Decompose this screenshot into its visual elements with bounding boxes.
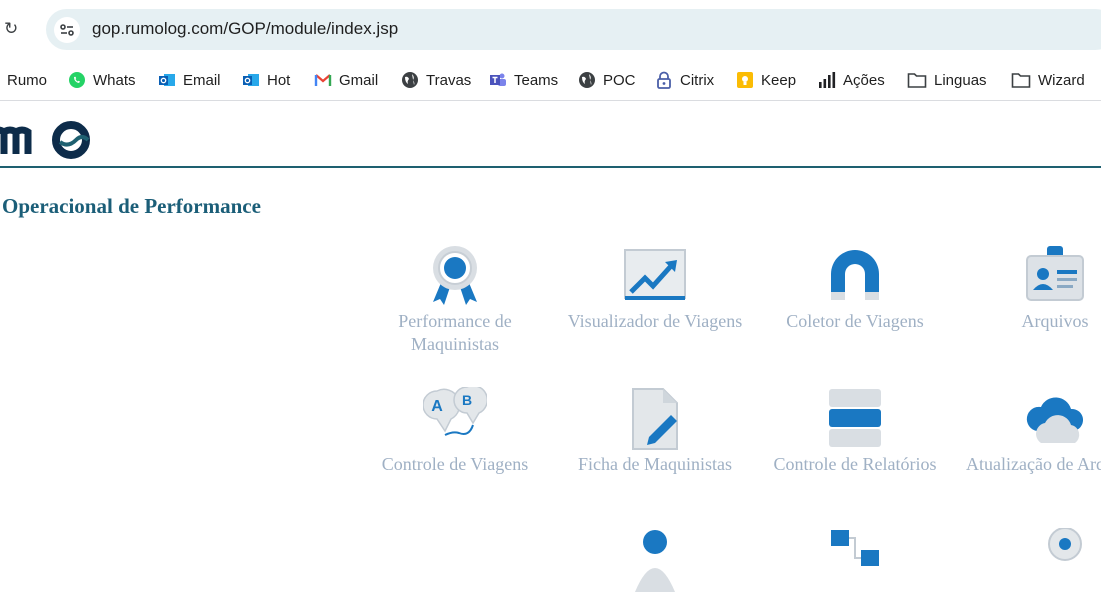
tile-controle-relatorios[interactable]: Controle de Relatórios: [755, 387, 955, 476]
outlook-icon: [159, 74, 175, 86]
bookmark-label: POC: [603, 71, 636, 89]
reload-icon[interactable]: ↻: [4, 18, 22, 40]
tile-label: Controle de Viagens: [381, 454, 529, 474]
bookmark-label: Rumo: [7, 71, 48, 89]
tile-label: Arquivos: [1021, 311, 1089, 331]
tile-label: Atualização de Arquivos: [966, 454, 1101, 474]
whatsapp-icon: [69, 72, 85, 88]
bookmark-label: Travas: [426, 71, 472, 89]
bookmark-teams[interactable]: Teams: [489, 66, 558, 94]
bookmark-keep[interactable]: Keep: [736, 66, 796, 94]
header-divider: [0, 166, 1101, 168]
folder-icon: [1011, 73, 1031, 88]
tile-visualizador-viagens[interactable]: Visualizador de Viagens: [555, 244, 755, 333]
outlook-icon: [243, 74, 259, 86]
bookmark-gmail[interactable]: Gmail: [314, 66, 378, 94]
folder-icon: [907, 73, 927, 88]
url-text[interactable]: gop.rumolog.com/GOP/module/index.jsp: [92, 19, 398, 39]
magnet-icon: [831, 250, 879, 300]
tile-label: Visualizador de Viagens: [567, 311, 743, 331]
bookmark-citrix[interactable]: Citrix: [655, 66, 714, 94]
bookmark-label: Gmail: [339, 71, 379, 89]
bookmark-label: Hot: [267, 71, 291, 89]
bookmark-linguas[interactable]: Linguas: [907, 66, 987, 94]
bookmark-travas[interactable]: Travas: [401, 66, 471, 94]
tile-label: Performance de Maquinistas: [398, 311, 512, 354]
trend-chart-icon: [624, 249, 686, 300]
tile-coletor-viagens[interactable]: Coletor de Viagens: [755, 244, 955, 333]
bookmark-label: Whats: [93, 71, 136, 89]
site-info-icon[interactable]: [54, 17, 80, 43]
company-logo: [0, 121, 90, 159]
bookmark-poc[interactable]: POC: [578, 66, 636, 94]
tile-label: Ficha de Maquinistas: [578, 454, 732, 474]
bookmark-wizard[interactable]: Wizard: [1011, 66, 1085, 94]
bookmarks-bar: Rumo Whats Email Hot Gmail Travas Teams …: [0, 60, 1101, 101]
bookmark-rumo[interactable]: Rumo: [7, 66, 47, 94]
gmail-icon: [314, 74, 332, 86]
bookmark-email[interactable]: Email: [158, 66, 221, 94]
tile-controle-viagens[interactable]: A B Controle de Viagens: [355, 387, 555, 476]
award-ribbon-icon: [433, 246, 477, 305]
bookmark-label: Wizard: [1038, 71, 1085, 89]
tile-row3-pin[interactable]: [955, 528, 1101, 592]
tile-arquivos[interactable]: Arquivos: [955, 244, 1101, 333]
address-bar[interactable]: gop.rumolog.com/GOP/module/index.jsp: [46, 9, 1101, 50]
tile-row3-network[interactable]: [755, 528, 955, 592]
tile-ficha-maquinistas[interactable]: Ficha de Maquinistas: [555, 387, 755, 476]
tile-label: Coletor de Viagens: [786, 311, 924, 331]
bookmark-hot[interactable]: Hot: [242, 66, 290, 94]
document-edit-icon: [632, 388, 678, 450]
bookmark-label: Citrix: [680, 71, 715, 89]
tile-performance-maquinistas[interactable]: Performance de Maquinistas: [355, 244, 555, 356]
keep-icon: [737, 72, 753, 88]
tile-row3-person[interactable]: [555, 528, 755, 592]
globe-icon: [579, 72, 595, 88]
database-icon: [829, 389, 881, 447]
globe-icon: [402, 72, 418, 88]
id-badge-icon: [1026, 246, 1084, 301]
tile-label: Controle de Relatórios: [773, 454, 937, 474]
cloud-icon: [1026, 397, 1084, 443]
lock-icon: [657, 71, 671, 89]
ab-route-icon: A B: [423, 387, 487, 436]
page-title: Operacional de Performance: [2, 194, 261, 218]
svg-text:B: B: [462, 392, 472, 408]
bookmark-label: Email: [183, 71, 221, 89]
bookmark-label: Keep: [761, 71, 797, 89]
location-pin-icon: [1048, 528, 1082, 561]
browser-toolbar: ↻ gop.rumolog.com/GOP/module/index.jsp: [0, 0, 1101, 60]
tile-atualizacao-arquivos[interactable]: Atualização de Arquivos: [955, 387, 1101, 476]
svg-text:A: A: [431, 398, 443, 415]
bookmark-label: Linguas: [934, 71, 987, 89]
bookmark-label: Teams: [514, 71, 559, 89]
bar-chart-icon: [819, 72, 836, 88]
bookmark-acoes[interactable]: Ações: [818, 66, 885, 94]
bookmark-label: Ações: [843, 71, 885, 89]
teams-icon: [490, 73, 506, 86]
person-icon: [635, 530, 675, 592]
network-icon: [831, 530, 879, 566]
bookmark-whats[interactable]: Whats: [68, 66, 136, 94]
